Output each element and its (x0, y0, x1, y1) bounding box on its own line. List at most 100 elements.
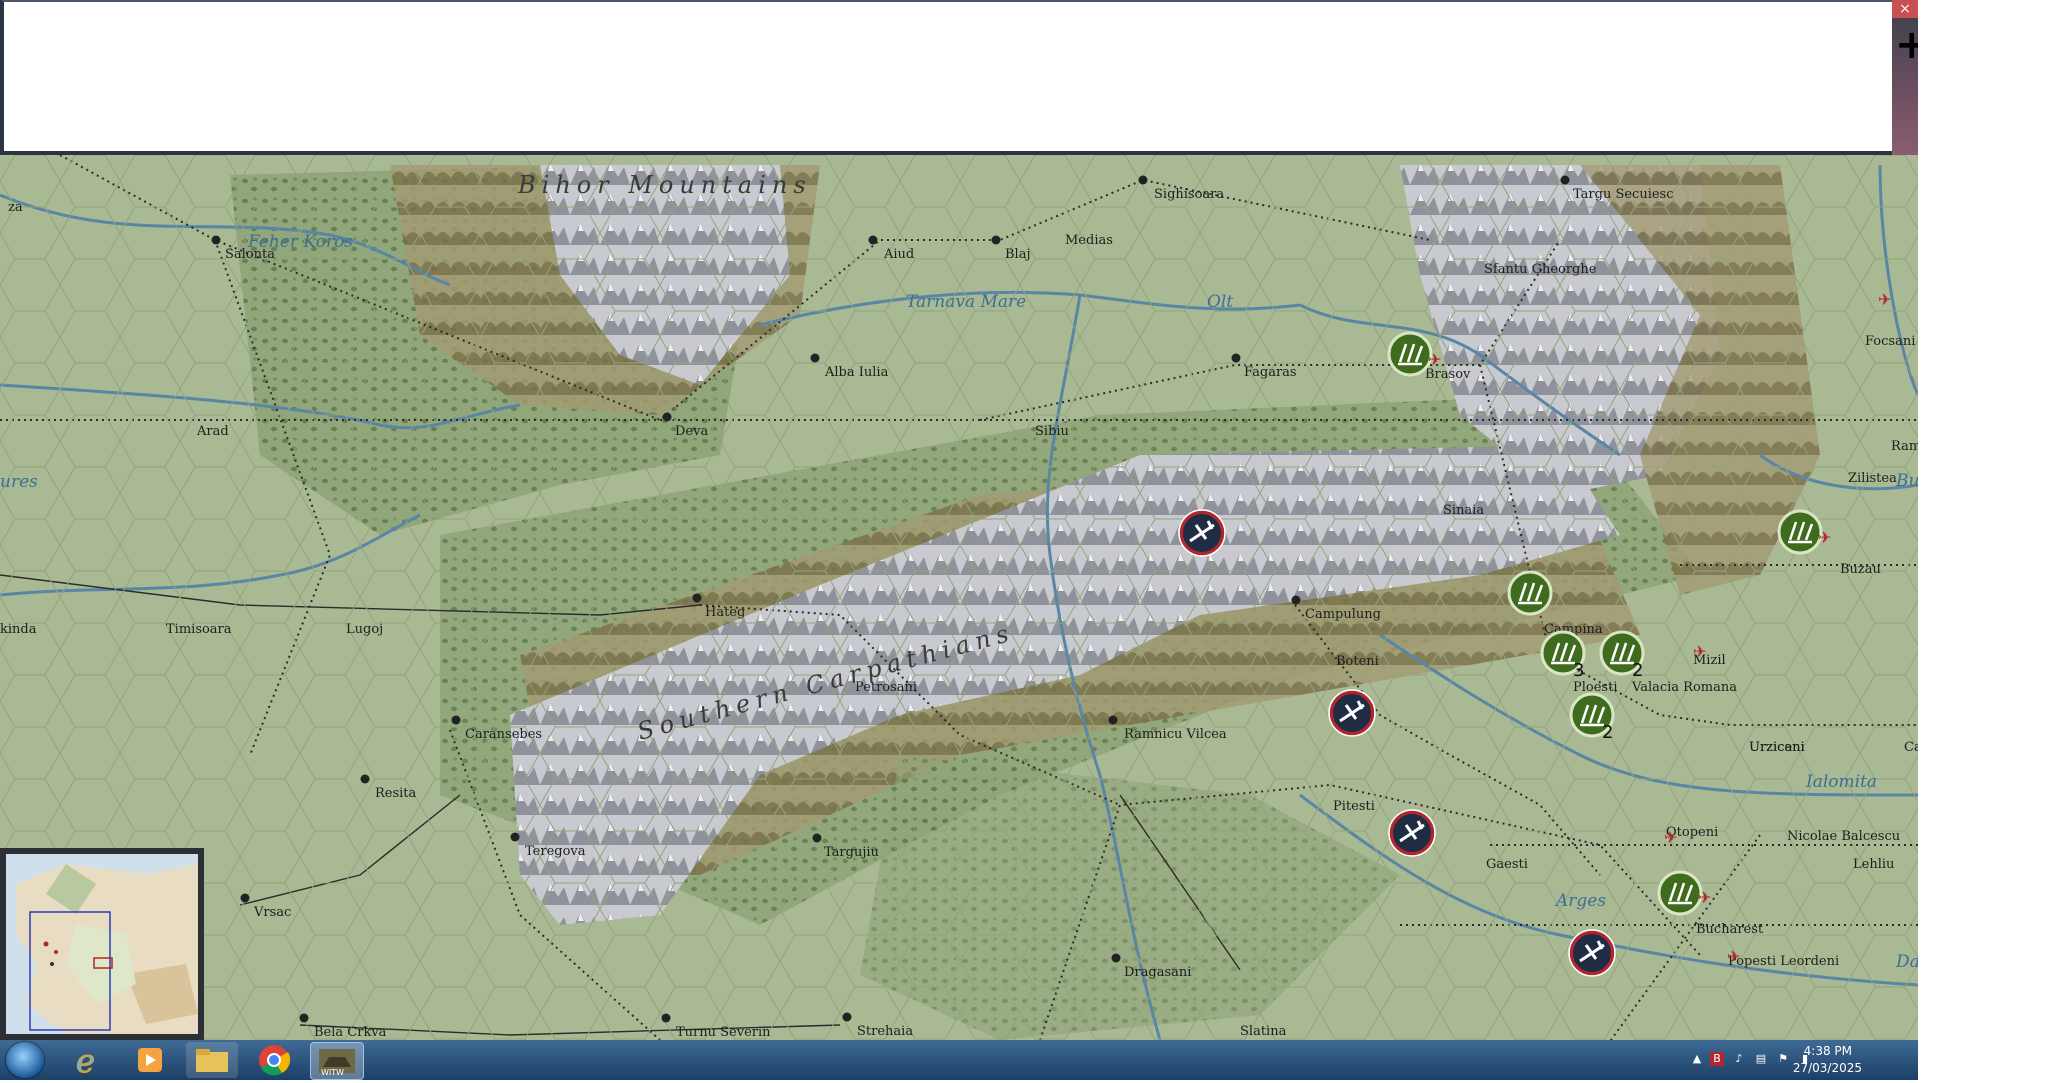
close-button[interactable]: × (1892, 0, 1918, 18)
clock-time[interactable]: 4:38 PM (1804, 1044, 1852, 1058)
city-dot (1111, 953, 1121, 963)
witw-game-icon[interactable]: WITW (310, 1042, 364, 1080)
minimap-canvas[interactable] (6, 854, 198, 1034)
svg-text:e: e (76, 1042, 95, 1078)
city-dot (451, 715, 461, 725)
city-dot (1560, 175, 1570, 185)
city-label: Fagaras (1244, 365, 1297, 380)
city-dot (1291, 595, 1301, 605)
city-label: Teregova (525, 844, 586, 859)
city-label: Ca (1904, 740, 1918, 755)
airfield-icon[interactable]: ✈ (1428, 350, 1441, 369)
hex-map[interactable]: Bihor Mountains Southern Carpathians Feh… (0, 155, 1918, 1040)
city-label: Dragasani (1124, 965, 1191, 980)
air-unit-icon[interactable] (1388, 809, 1436, 857)
stack-count: 2 (1632, 660, 1643, 681)
action-center-flag-icon[interactable]: ⚑ (1776, 1052, 1790, 1066)
city-label: Bela Crkva (314, 1025, 387, 1040)
city-dot (360, 774, 370, 784)
city-dot (240, 893, 250, 903)
city-label: Gaesti (1486, 857, 1528, 872)
city-label: Targu Secuiesc (1573, 187, 1674, 202)
city-label: Focsani (1865, 334, 1915, 349)
city-label: Boteni (1336, 654, 1379, 669)
city-label: Urzicani (1749, 740, 1805, 755)
city-dot (510, 832, 520, 842)
river-label-tarnava-mare: Tarnava Mare (906, 292, 1026, 312)
river-label-ures: ures (0, 472, 38, 492)
file-explorer-icon[interactable] (186, 1042, 238, 1078)
airfield-icon[interactable]: ✈ (1818, 528, 1831, 547)
map-canvas[interactable]: Bihor Mountains Southern Carpathians Feh… (0, 155, 1918, 1040)
city-label: kinda (0, 622, 37, 637)
city-label: Zilistea (1848, 471, 1897, 486)
airfield-icon[interactable]: ✈ (1698, 888, 1711, 907)
city-label: Petrosani (855, 680, 917, 695)
minimap[interactable] (6, 854, 198, 1034)
internet-explorer-icon[interactable]: e (62, 1042, 114, 1081)
stack-count: 2 (1602, 722, 1613, 743)
city-label: Sfantu Gheorghe (1484, 262, 1597, 277)
flak-unit-icon[interactable] (1507, 570, 1553, 616)
river-label-arges: Arges (1554, 891, 1606, 911)
zoom-in-button[interactable]: + (1895, 25, 1929, 65)
city-dot (1231, 353, 1241, 363)
city-dot (662, 412, 672, 422)
city-label: Sinaia (1443, 503, 1484, 518)
airfield-icon[interactable]: ✈ (1878, 290, 1891, 309)
city-label: Lehliu (1853, 857, 1894, 872)
desktop-right-blank (1918, 0, 2071, 1080)
clock-date[interactable]: 27/03/2025 (1793, 1061, 1862, 1075)
city-label: Ramnicu Vilcea (1124, 727, 1227, 742)
city-label: Bucharest (1696, 922, 1764, 937)
media-player-icon[interactable] (124, 1042, 176, 1078)
city-label: Medias (1065, 233, 1113, 248)
river-label-bu: Bu (1895, 471, 1918, 491)
flak-unit-icon[interactable] (1657, 870, 1703, 916)
city-label: Blaj (1005, 247, 1031, 262)
city-label: Alba Iulia (824, 365, 889, 380)
river-label-da: Da (1895, 952, 1918, 972)
tray-expand-icon[interactable]: ▲ (1690, 1052, 1704, 1066)
city-label: Lugoj (346, 622, 383, 637)
city-label: Pitesti (1333, 799, 1375, 814)
city-label: Arad (196, 424, 229, 439)
air-unit-icon[interactable] (1568, 929, 1616, 977)
air-unit-icon[interactable] (1328, 689, 1376, 737)
network-icon[interactable]: ▤ (1754, 1052, 1768, 1066)
airfield-icon[interactable]: ✈ (1693, 642, 1706, 661)
city-label: za (8, 200, 23, 215)
flak-unit-icon[interactable] (1777, 509, 1823, 555)
city-dot (211, 235, 221, 245)
taskbar: e WITW ▲ B ♪ ▤ ⚑ ▮ 4:38 PM 27/03/2025 (0, 1040, 1918, 1081)
flak-unit-icon[interactable] (1387, 331, 1433, 377)
city-label: Sighisoara (1154, 187, 1224, 202)
city-label: Vrsac (253, 905, 291, 920)
minimap-frame[interactable] (0, 848, 204, 1040)
city-dot (991, 235, 1001, 245)
city-label: Salonta (225, 247, 275, 262)
city-label: Hateg (705, 605, 745, 620)
city-label: Nicolae Balcescu (1787, 829, 1900, 844)
stack-count: 3 (1573, 660, 1584, 681)
city-dot (1108, 715, 1118, 725)
city-dot (810, 353, 820, 363)
volume-icon[interactable]: ♪ (1732, 1052, 1746, 1066)
airfield-icon[interactable]: ✈ (1664, 828, 1677, 847)
river-label-ialomita: Ialomita (1805, 772, 1877, 792)
city-dot (661, 1013, 671, 1023)
city-label: Targujiu (824, 845, 879, 860)
chrome-icon[interactable] (248, 1042, 300, 1078)
city-label: Popesti Leordeni (1728, 954, 1839, 969)
city-dot (692, 593, 702, 603)
air-unit-icon[interactable] (1178, 509, 1226, 557)
city-label: Brasov (1425, 367, 1471, 382)
start-orb-icon[interactable] (6, 1042, 44, 1078)
city-dot (299, 1013, 309, 1023)
tray-app-icon[interactable]: B (1710, 1052, 1724, 1066)
city-label: Resita (375, 786, 417, 801)
river-label-olt: Olt (1207, 292, 1233, 312)
city-label: Ramni (1891, 439, 1918, 454)
city-dot (812, 833, 822, 843)
airfield-icon[interactable]: ✈ (1727, 947, 1740, 966)
